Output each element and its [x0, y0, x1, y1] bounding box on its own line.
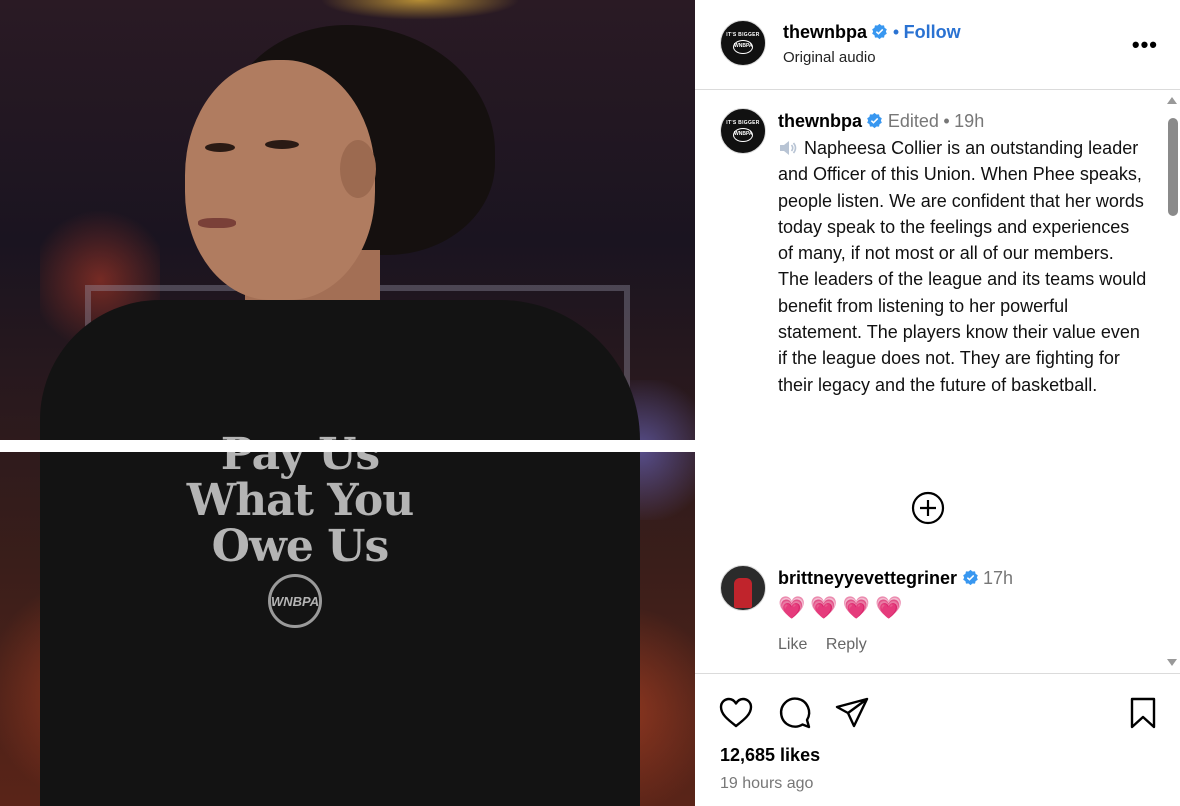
share-icon[interactable] — [834, 695, 870, 731]
separator-dot: • — [892, 22, 900, 42]
post-footer: 12,685 likes 19 hours ago — [695, 673, 1180, 806]
post-media[interactable]: Pay Us What You Owe Us WNBPA — [0, 0, 695, 806]
comments-list[interactable]: IT'S BIGGER WNBPA thewnbpa Edited • 19h … — [695, 91, 1180, 673]
scroll-down-arrow[interactable] — [1167, 659, 1177, 666]
post-sidebar: IT'S BIGGER WNBPA thewnbpa • Follow Orig… — [695, 0, 1180, 806]
caption-username[interactable]: thewnbpa — [778, 111, 862, 131]
shirt-logo: WNBPA — [268, 574, 322, 628]
shirt-slogan: Pay Us What You Owe Us — [150, 432, 450, 570]
follow-button[interactable]: Follow — [904, 22, 961, 42]
comment-icon[interactable] — [777, 695, 813, 731]
avatar[interactable]: IT'S BIGGER WNBPA — [720, 108, 766, 154]
avatar[interactable]: IT'S BIGGER WNBPA — [720, 20, 766, 66]
post-header: IT'S BIGGER WNBPA thewnbpa • Follow Orig… — [695, 0, 1180, 90]
caption-text: Napheesa Collier is an outstanding leade… — [778, 135, 1148, 398]
plus-circle-icon[interactable] — [911, 491, 945, 525]
caption-meta: thewnbpa Edited • 19h — [778, 111, 984, 132]
verified-icon — [867, 112, 883, 129]
comment-meta: brittneyyevettegriner 17h — [778, 568, 1013, 589]
comment-username[interactable]: brittneyyevettegriner — [778, 568, 957, 588]
more-icon[interactable]: ••• — [1132, 32, 1158, 58]
post-timestamp[interactable]: 19 hours ago — [720, 775, 813, 793]
heart-icon[interactable] — [718, 695, 754, 731]
edited-label: Edited — [887, 111, 939, 131]
shirt-line: Pay Us — [220, 429, 380, 480]
verified-icon — [872, 23, 888, 40]
shirt-line: What You — [186, 475, 414, 526]
speaker-icon — [780, 141, 797, 155]
scroll-up-arrow[interactable] — [1167, 97, 1177, 104]
scrollbar-thumb[interactable] — [1168, 118, 1178, 216]
avatar[interactable] — [720, 565, 766, 611]
separator-dot: • — [943, 111, 950, 131]
caption-time[interactable]: 19h — [954, 111, 984, 131]
player-ear — [340, 140, 376, 198]
reply-button[interactable]: Reply — [826, 636, 867, 653]
arena-light — [320, 0, 520, 20]
likes-count[interactable]: 12,685 likes — [720, 745, 820, 766]
verified-icon — [962, 569, 978, 586]
shirt-line: Owe Us — [211, 521, 390, 572]
header-title-row: thewnbpa • Follow — [783, 22, 961, 43]
caption-body: Napheesa Collier is an outstanding leade… — [778, 138, 1147, 395]
player-eye — [205, 143, 235, 152]
audio-label[interactable]: Original audio — [783, 49, 876, 66]
comment-actions: Like Reply — [778, 636, 881, 654]
like-comment-button[interactable]: Like — [778, 636, 807, 653]
comment-text: 💗💗💗💗 — [778, 595, 908, 620]
header-username[interactable]: thewnbpa — [783, 22, 867, 42]
bookmark-icon[interactable] — [1125, 695, 1161, 731]
player-mouth — [198, 218, 236, 228]
comment-time[interactable]: 17h — [983, 568, 1013, 588]
player-eye — [265, 140, 299, 149]
image-artifact-line — [0, 440, 695, 452]
